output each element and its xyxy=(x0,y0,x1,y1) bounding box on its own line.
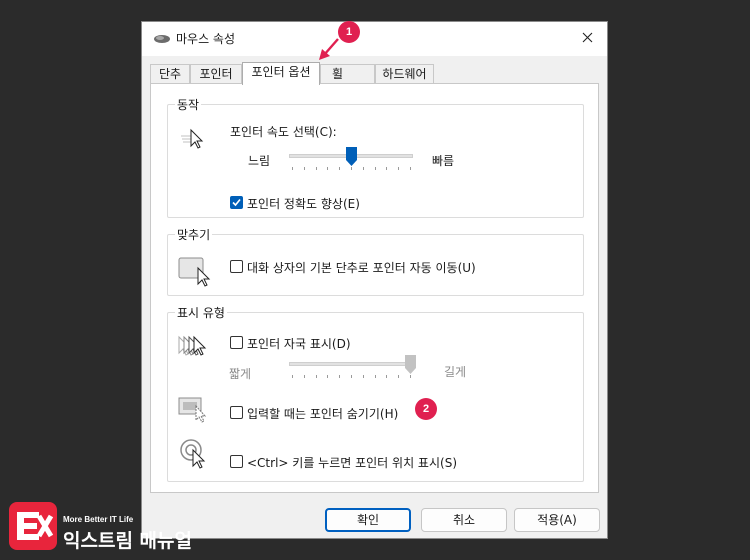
snap-group-title: 맞추기 xyxy=(175,226,213,243)
snap-to-icon xyxy=(178,256,212,291)
slider-tick xyxy=(292,167,293,170)
slider-tick xyxy=(386,375,388,378)
slider-tick xyxy=(374,167,376,170)
slider-tick xyxy=(398,375,400,378)
visibility-group-title: 표시 유형 xyxy=(175,304,227,321)
window-title: 마우스 속성 xyxy=(176,32,236,46)
speed-label: 포인터 속도 선택(C): xyxy=(230,125,337,139)
slider-tick xyxy=(303,167,305,170)
pointer-location-icon xyxy=(179,438,209,473)
trails-checkbox[interactable] xyxy=(230,336,243,349)
slider-tick xyxy=(362,375,364,378)
mouse-properties-dialog: 마우스 속성 단추 포인터 포인터 옵션 휠 하드웨어 동작 포인터 속도 선택… xyxy=(141,21,608,539)
pointer-trails-icon xyxy=(177,333,211,364)
annotation-arrow-icon xyxy=(319,38,339,60)
long-label: 길게 xyxy=(444,365,467,379)
tab-wheel[interactable]: 휠 xyxy=(320,64,375,84)
tab-hardware[interactable]: 하드웨어 xyxy=(375,64,434,84)
brand-logo-icon xyxy=(9,502,57,550)
annotation-badge-1: 1 xyxy=(338,21,360,43)
title-bar: 마우스 속성 xyxy=(142,22,607,56)
snap-group: 맞추기 대화 상자의 기본 단추로 포인터 자동 이동(U) xyxy=(167,226,584,296)
slider-tick xyxy=(303,375,305,378)
short-label: 짧게 xyxy=(229,367,252,381)
motion-group-title: 동작 xyxy=(175,96,202,113)
tab-pointer-options[interactable]: 포인터 옵션 xyxy=(242,62,320,85)
slider-tick xyxy=(339,167,341,170)
slider-tick xyxy=(315,375,317,378)
slider-tick xyxy=(362,167,364,170)
slider-tick xyxy=(410,167,411,170)
brand-name: 익스트림 매뉴얼 xyxy=(63,530,192,552)
mouse-icon xyxy=(153,33,171,47)
slider-tick xyxy=(374,375,376,378)
tab-buttons[interactable]: 단추 xyxy=(150,64,190,84)
brand-tagline: More Better IT Life xyxy=(63,515,134,524)
tab-pointers[interactable]: 포인터 xyxy=(190,64,242,84)
pointer-speed-icon xyxy=(179,124,209,153)
close-button[interactable] xyxy=(573,26,601,52)
fast-label: 빠름 xyxy=(432,154,455,168)
hide-label: 입력할 때는 포인터 숨기기(H) xyxy=(247,407,399,421)
motion-group: 동작 포인터 속도 선택(C): 느림 빠름 포인터 정확도 향상(E) xyxy=(167,96,584,218)
annotation-badge-2: 2 xyxy=(415,398,437,420)
slider-tick xyxy=(410,375,411,378)
ok-button[interactable]: 확인 xyxy=(325,508,411,532)
snap-label: 대화 상자의 기본 단추로 포인터 자동 이동(U) xyxy=(247,261,476,275)
slider-tick xyxy=(327,167,329,170)
close-icon xyxy=(582,32,593,46)
slider-tick xyxy=(339,375,341,378)
visibility-group: 표시 유형 포인터 자국 표시(D) 짧게 길게 입력할 때는 포인터 숨기기(… xyxy=(167,304,584,482)
ctrl-location-label: <Ctrl> 키를 누르면 포인터 위치 표시(S) xyxy=(247,456,457,470)
slider-tick xyxy=(351,375,352,378)
pointer-speed-thumb[interactable] xyxy=(346,147,357,166)
slider-tick xyxy=(386,167,388,170)
slider-tick xyxy=(315,167,317,170)
trail-length-thumb[interactable] xyxy=(405,355,416,374)
slow-label: 느림 xyxy=(248,154,271,168)
slider-tick xyxy=(398,167,400,170)
hide-pointer-icon xyxy=(178,396,212,427)
trails-label: 포인터 자국 표시(D) xyxy=(247,337,351,351)
tab-panel: 동작 포인터 속도 선택(C): 느림 빠름 포인터 정확도 향상(E) 맞추기… xyxy=(150,83,599,493)
hide-checkbox[interactable] xyxy=(230,406,243,419)
slider-tick xyxy=(327,375,329,378)
snap-checkbox[interactable] xyxy=(230,260,243,273)
precision-checkbox[interactable] xyxy=(230,196,243,209)
trail-length-track[interactable] xyxy=(289,362,413,366)
slider-tick xyxy=(351,167,352,170)
precision-label: 포인터 정확도 향상(E) xyxy=(247,197,360,211)
slider-tick xyxy=(292,375,293,378)
apply-button[interactable]: 적용(A) xyxy=(514,508,600,532)
ctrl-location-checkbox[interactable] xyxy=(230,455,243,468)
cancel-button[interactable]: 취소 xyxy=(421,508,507,532)
